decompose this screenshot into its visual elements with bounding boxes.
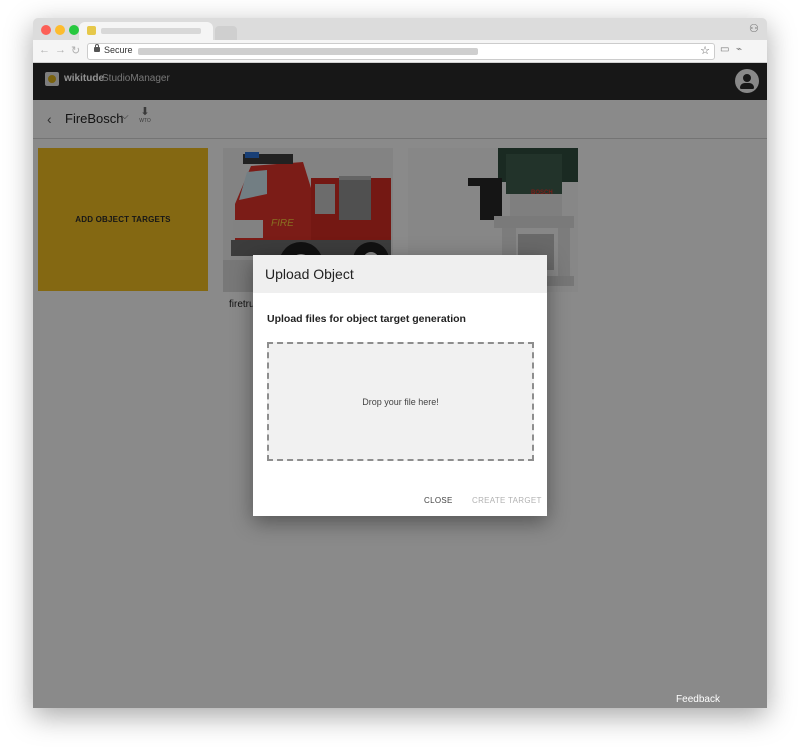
tab-title-blurred [101,28,201,34]
maximize-window-button[interactable] [69,25,79,35]
dropzone-text: Drop your file here! [362,396,439,407]
tab-bar: ⚇ [33,18,767,40]
back-nav-icon[interactable]: ← [39,44,50,56]
minimize-window-button[interactable] [55,25,65,35]
cast-icon[interactable]: ▭ [720,44,729,55]
create-target-button[interactable]: CREATE TARGET [472,496,542,505]
file-dropzone[interactable]: Drop your file here! [267,342,534,461]
url-blurred [138,48,478,55]
extension-icon[interactable]: ⌁ [736,44,742,55]
favicon-icon [87,26,96,35]
forward-nav-icon[interactable]: → [55,44,66,56]
close-button[interactable]: CLOSE [424,496,453,505]
incognito-icon[interactable]: ⚇ [749,23,761,35]
dialog-subtitle: Upload files for object target generatio… [267,313,466,325]
close-window-button[interactable] [41,25,51,35]
feedback-button[interactable]: Feedback [666,691,730,708]
upload-object-dialog: Upload Object Upload files for object ta… [253,255,547,516]
lock-icon [94,44,100,52]
star-icon[interactable]: ☆ [700,44,710,57]
dialog-title: Upload Object [265,266,354,282]
reload-icon[interactable]: ↻ [71,44,80,57]
browser-toolbar: ← → ↻ Secure ☆ ▭ ⌁ [33,40,767,63]
new-tab-button[interactable] [215,26,237,40]
browser-tab-active[interactable] [79,22,213,40]
secure-label: Secure [104,45,133,55]
address-bar[interactable]: Secure ☆ [87,43,715,60]
